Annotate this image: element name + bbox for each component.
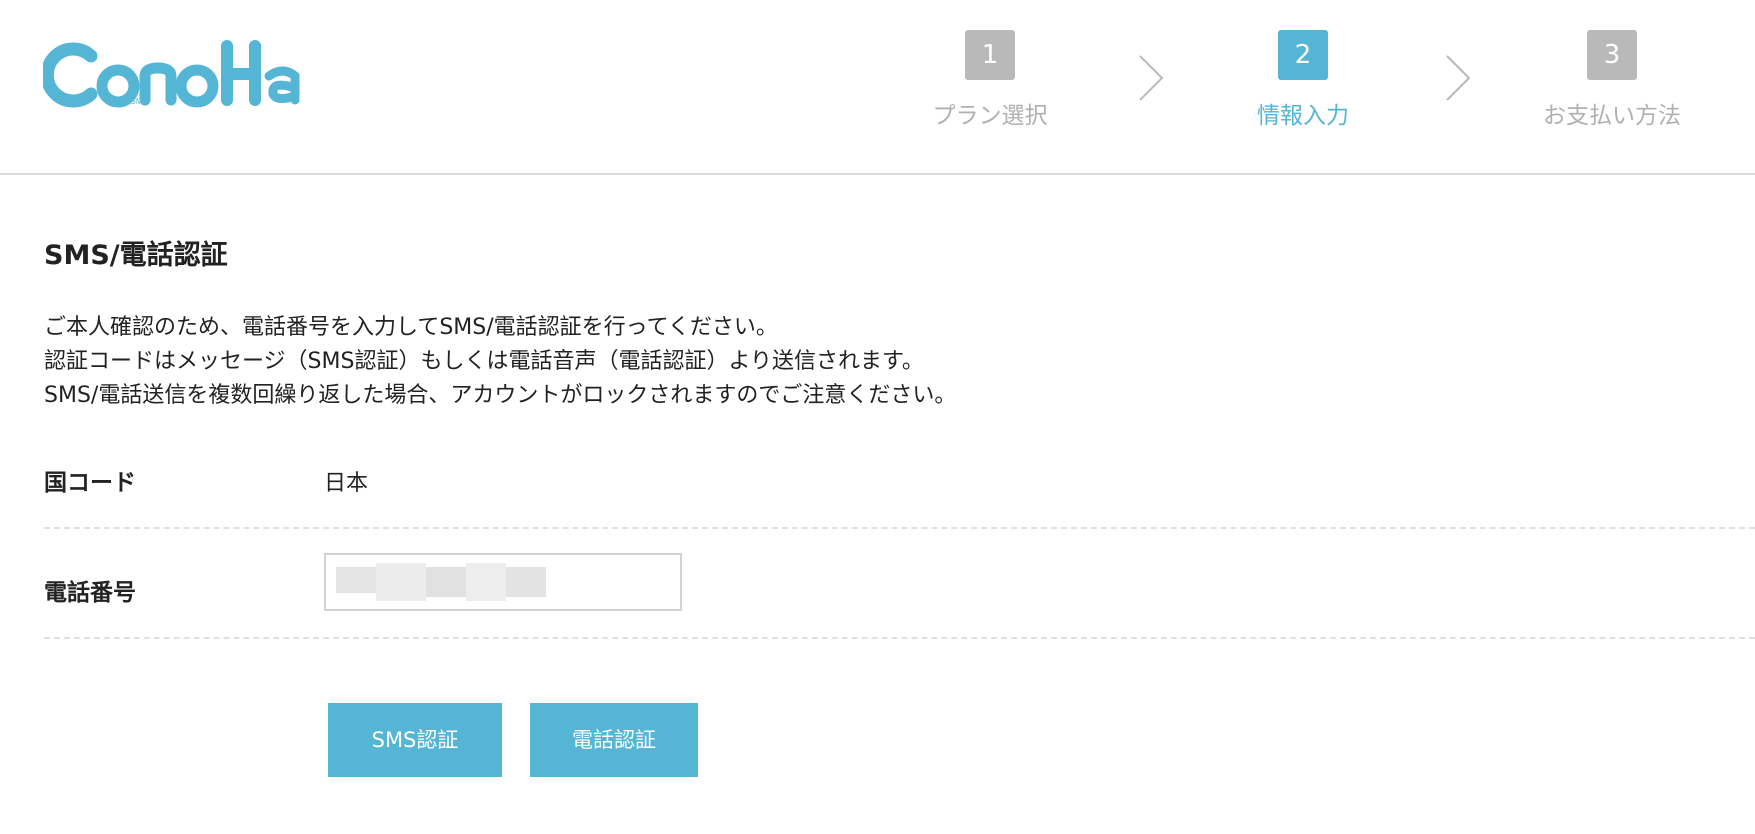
description-line: ご本人確認のため、電話番号を入力してSMS/電話認証を行ってください。	[44, 315, 778, 340]
description-line: SMS/電話送信を複数回繰り返した場合、アカウントがロックされますのでご注意くだ…	[44, 383, 957, 408]
phone-number-input[interactable]	[324, 553, 682, 611]
country-code-row: 国コード 日本	[44, 445, 1755, 529]
step-label: 情報入力	[1257, 103, 1349, 129]
chevron-right-icon	[1139, 55, 1164, 101]
step-number: 3	[1587, 30, 1637, 80]
country-code-value: 日本	[324, 471, 369, 496]
step-payment-method: 3 お支払い方法	[1502, 30, 1722, 130]
chevron-right-icon	[1446, 55, 1471, 101]
step-number: 1	[965, 30, 1015, 80]
country-code-label: 国コード	[44, 470, 136, 496]
page-title: SMS/電話認証	[44, 240, 228, 271]
step-plan-selection: 1 プラン選択	[880, 30, 1100, 130]
phone-verification-button[interactable]: 電話認証	[530, 703, 698, 777]
description: ご本人確認のため、電話番号を入力してSMS/電話認証を行ってください。 認証コー…	[44, 311, 956, 413]
phone-number-label: 電話番号	[44, 580, 136, 606]
redacted-phone-value	[336, 563, 546, 601]
description-line: 認証コードはメッセージ（SMS認証）もしくは電話音声（電話認証）より送信されます…	[44, 349, 924, 374]
progress-steps: 1 プラン選択 2 情報入力 3 お支払い方法	[0, 0, 1755, 175]
step-information-input: 2 情報入力	[1193, 30, 1413, 130]
sms-verification-button[interactable]: SMS認証	[328, 703, 502, 777]
step-label: プラン選択	[932, 103, 1048, 129]
phone-number-row: 電話番号	[44, 529, 1755, 639]
step-number: 2	[1278, 30, 1328, 80]
step-label: お支払い方法	[1543, 103, 1681, 129]
header: by GMO 1 プラン選択 2 情報入力 3 お支払い方法	[0, 0, 1755, 175]
